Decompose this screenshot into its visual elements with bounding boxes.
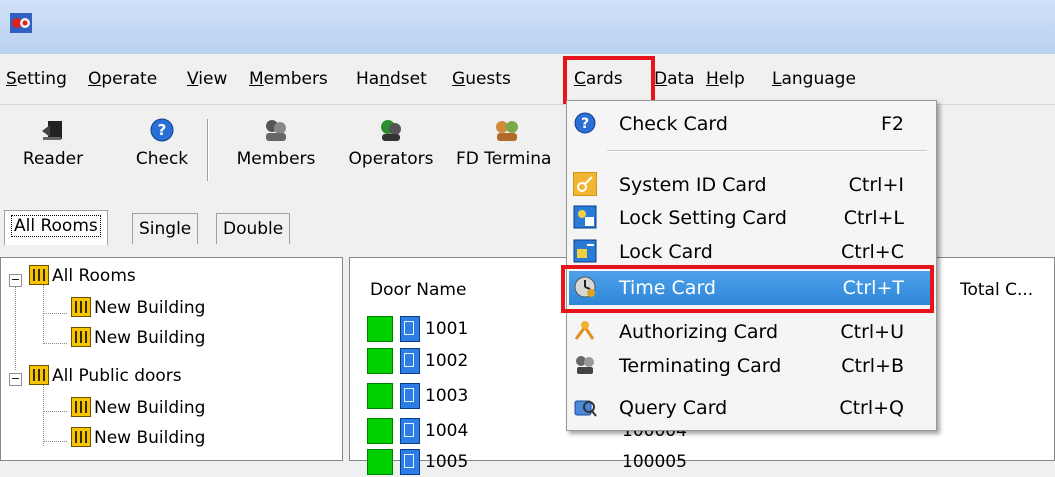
building-icon	[71, 327, 91, 347]
menu-item-check-card[interactable]: ? Check Card F2	[569, 107, 934, 141]
key-icon	[573, 172, 597, 196]
operators-button[interactable]: Operators	[336, 117, 446, 169]
tab-all-rooms[interactable]: All Rooms	[4, 210, 108, 245]
door-icon	[400, 418, 420, 444]
tab-single[interactable]: Single	[132, 213, 199, 244]
tree-node-public-doors[interactable]: All Public doors	[29, 364, 182, 388]
menu-handset[interactable]: Handset	[356, 68, 427, 90]
tree-node-building[interactable]: New Building	[71, 326, 205, 350]
check-button[interactable]: ? Check	[132, 117, 192, 169]
members-icon	[266, 120, 286, 141]
status-indicator	[367, 316, 393, 342]
terminating-icon	[576, 356, 594, 374]
column-header-door-name[interactable]: Door Name	[370, 280, 466, 300]
card-reader-icon	[42, 121, 62, 140]
svg-text:?: ?	[581, 116, 589, 132]
status-indicator	[367, 449, 393, 475]
cards-menu-callout	[563, 56, 655, 106]
door-icon	[400, 449, 420, 475]
menu-setting[interactable]: Setting	[6, 68, 67, 90]
members-button[interactable]: Members	[228, 117, 324, 169]
tree-line	[43, 313, 67, 314]
lock-setting-icon	[573, 205, 597, 229]
reader-button[interactable]: Reader	[18, 117, 88, 169]
app-logo-icon	[10, 13, 32, 33]
status-indicator	[367, 348, 393, 374]
tree-line	[43, 343, 67, 344]
tree-node-building[interactable]: New Building	[71, 296, 205, 320]
authorizing-icon	[574, 321, 595, 340]
toolbar-separator	[207, 119, 209, 181]
building-icon	[29, 365, 49, 385]
building-tree: − All Rooms New Building New Building − …	[0, 257, 343, 461]
status-indicator	[367, 418, 393, 444]
status-indicator	[367, 383, 393, 409]
lock-card-icon	[573, 239, 597, 263]
tree-line	[43, 384, 44, 446]
menu-help[interactable]: Help	[706, 68, 745, 90]
tab-double[interactable]: Double	[216, 213, 291, 244]
help-icon: ?	[574, 112, 596, 134]
tree-node-building[interactable]: New Building	[71, 426, 205, 450]
menu-separator	[607, 150, 927, 152]
building-icon	[71, 397, 91, 417]
menu-item-query-card[interactable]: Query Card Ctrl+Q	[569, 391, 934, 425]
door-icon	[400, 316, 420, 342]
menu-guests[interactable]: Guests	[452, 68, 511, 90]
operators-icon	[381, 120, 401, 141]
menu-data[interactable]: Data	[654, 68, 695, 90]
menu-item-lock-setting-card[interactable]: Lock Setting Card Ctrl+L	[569, 201, 934, 235]
svg-text:?: ?	[158, 121, 167, 139]
time-card-callout	[561, 265, 934, 313]
title-bar	[0, 0, 1055, 54]
menu-item-system-id-card[interactable]: System ID Card Ctrl+I	[569, 168, 934, 202]
building-icon	[71, 427, 91, 447]
help-icon: ?	[150, 118, 174, 142]
tree-node-building[interactable]: New Building	[71, 396, 205, 420]
building-icon	[71, 297, 91, 317]
tree-line	[43, 441, 67, 442]
column-header-total-cards[interactable]: Total C...	[960, 280, 1033, 300]
tree-line	[15, 278, 16, 370]
door-icon	[400, 383, 420, 409]
menu-operate[interactable]: Operate	[88, 68, 157, 90]
menu-item-terminating-card[interactable]: Terminating Card Ctrl+B	[569, 349, 934, 383]
door-icon	[400, 348, 420, 374]
fd-terminal-button[interactable]: FD Termina	[456, 117, 566, 169]
menu-item-lock-card[interactable]: Lock Card Ctrl+C	[569, 235, 934, 269]
query-icon	[574, 400, 597, 417]
collapse-icon[interactable]: −	[9, 274, 22, 287]
menu-item-authorizing-card[interactable]: Authorizing Card Ctrl+U	[569, 315, 934, 349]
tree-line	[43, 411, 67, 412]
menu-members[interactable]: Members	[249, 68, 328, 90]
tree-node-all-rooms[interactable]: All Rooms	[29, 264, 136, 288]
menu-language[interactable]: Language	[772, 68, 856, 90]
fd-terminal-icon	[496, 121, 518, 141]
menu-view[interactable]: View	[187, 68, 227, 90]
collapse-icon[interactable]: −	[9, 373, 22, 386]
menu-bar: Setting Operate View Members Handset Gue…	[0, 54, 1055, 104]
building-icon	[29, 265, 49, 285]
